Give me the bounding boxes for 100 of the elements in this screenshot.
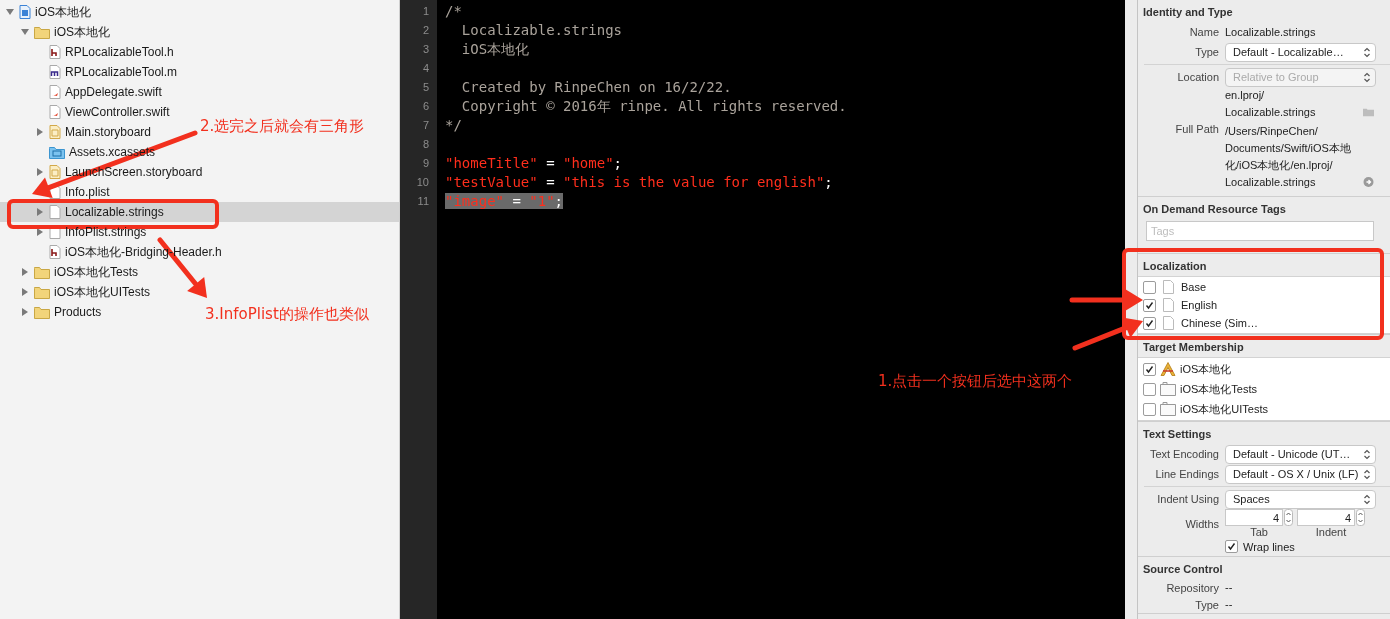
file-item[interactable]: iOS本地化Tests	[19, 262, 138, 282]
checkbox[interactable]	[1143, 382, 1156, 396]
file-item[interactable]: ViewController.swift	[34, 102, 170, 122]
swift-file-icon	[49, 105, 61, 119]
field-label: Name	[1188, 26, 1219, 38]
disclosure-triangle[interactable]	[6, 8, 14, 16]
reveal-arrow-icon[interactable]	[1363, 177, 1374, 187]
project-file-icon	[19, 5, 31, 19]
arrow	[1072, 317, 1143, 351]
folder-icon	[34, 305, 50, 319]
code-line: Localizable.strings	[460, 22, 622, 38]
file-name: InfoPlist.strings	[65, 225, 147, 239]
relative-path: en.lproj/ Localizable.strings	[1225, 88, 1316, 120]
file-name: Localizable.strings	[65, 205, 164, 219]
chevron-icon	[1363, 468, 1371, 480]
document-icon	[1163, 280, 1174, 294]
line-number: 6	[421, 99, 430, 114]
line-number: 9	[421, 156, 430, 171]
repository-value: --	[1225, 580, 1234, 595]
field-label: Type	[1194, 598, 1219, 611]
tags-field[interactable]: Tags	[1146, 221, 1374, 241]
chevron-icon	[1363, 46, 1371, 58]
file-name: iOS本地化UITests	[54, 283, 150, 301]
header-file-icon	[49, 245, 61, 259]
indent-width-field[interactable]: 4	[1297, 509, 1355, 526]
localization-label: Base	[1181, 281, 1207, 293]
file-item[interactable]: Products	[19, 302, 102, 322]
disclosure-triangle[interactable]	[36, 228, 44, 236]
chevron-icon	[1363, 493, 1371, 505]
disclosure-triangle[interactable]	[21, 288, 29, 296]
checkbox[interactable]	[1143, 316, 1156, 330]
bundle-icon	[1160, 382, 1176, 396]
disclosure-triangle[interactable]	[36, 128, 44, 136]
tab-width-field[interactable]: 4	[1225, 509, 1283, 526]
source-file-icon	[49, 65, 61, 79]
code-line: "testValue" = "this is the value for english";	[445, 174, 833, 190]
stepper[interactable]	[1284, 509, 1293, 526]
target-label: iOS本地化	[1180, 361, 1232, 377]
file-name: iOS本地化Tests	[54, 263, 138, 281]
indent-popup[interactable]: Spaces	[1225, 489, 1376, 509]
line-number: 3	[421, 42, 430, 57]
file-item[interactable]: Localizable.strings	[34, 202, 164, 222]
disclosure-triangle[interactable]	[21, 308, 29, 316]
header-file-icon	[49, 45, 61, 59]
line-endings-popup[interactable]: Default - OS X / Unix (LF)	[1225, 464, 1376, 484]
section-title: Source Control	[1142, 562, 1224, 577]
field-label: Widths	[1184, 517, 1219, 530]
bundle-icon	[1160, 402, 1176, 416]
disclosure-triangle[interactable]	[21, 268, 29, 276]
disclosure-triangle[interactable]	[36, 168, 44, 176]
field-label: Line Endings	[1154, 468, 1219, 480]
chevron-icon	[1363, 448, 1371, 460]
field-caption: Indent	[1315, 526, 1347, 538]
document-icon	[1163, 316, 1174, 330]
line-number: 11	[416, 194, 430, 209]
folder-icon	[34, 25, 50, 39]
field-caption: Tab	[1250, 526, 1268, 538]
field-label: Text Encoding	[1148, 448, 1219, 460]
checkbox[interactable]	[1143, 298, 1156, 312]
checkbox[interactable]	[1143, 280, 1156, 294]
file-item[interactable]: AppDelegate.swift	[34, 82, 162, 102]
section-title: Target Membership	[1142, 340, 1245, 355]
target-label: iOS本地化Tests	[1180, 381, 1257, 397]
type-popup[interactable]: Default - Localizable…	[1225, 42, 1376, 62]
file-name: ViewController.swift	[65, 105, 170, 119]
file-item[interactable]: RPLocalizableTool.h	[34, 42, 174, 62]
file-item[interactable]: InfoPlist.strings	[34, 222, 147, 242]
file-item[interactable]: iOS本地化	[19, 22, 110, 42]
code-line: iOS本地化	[460, 41, 530, 57]
field-label: Location	[1176, 71, 1219, 83]
asset-catalog-icon	[49, 145, 65, 159]
full-path: /Users/RinpeChen/ Documents/Swift/iOS本地 化/iOS本地化/en.lproj/ Localizable.strings	[1225, 124, 1351, 190]
disclosure-triangle[interactable]	[36, 208, 44, 216]
document-icon	[1163, 298, 1174, 312]
disclosure-triangle[interactable]	[21, 28, 29, 36]
file-item[interactable]: iOS本地化	[4, 2, 91, 22]
stepper[interactable]	[1356, 509, 1365, 526]
folder-icon	[34, 285, 50, 299]
checkbox[interactable]	[1225, 540, 1238, 553]
document-icon	[49, 205, 61, 219]
checkbox[interactable]	[1143, 362, 1156, 376]
swift-file-icon	[49, 85, 61, 99]
section-title: Localization	[1142, 259, 1208, 274]
encoding-popup[interactable]: Default - Unicode (UT…	[1225, 444, 1376, 464]
file-name: Products	[54, 305, 102, 319]
file-name: iOS本地化	[35, 3, 91, 21]
folder-icon	[34, 265, 50, 279]
storyboard-file-icon	[49, 125, 61, 139]
line-number: 5	[421, 80, 430, 95]
section-title: Identity and Type	[1142, 5, 1234, 20]
checkbox[interactable]	[1143, 402, 1156, 416]
field-label: Full Path	[1174, 123, 1219, 135]
file-name: AppDelegate.swift	[65, 85, 162, 99]
file-name: iOS本地化	[54, 23, 110, 41]
code-line: Copyright © 2016年 rinpe. All rights reserved.	[460, 98, 847, 114]
file-item[interactable]: RPLocalizableTool.m	[34, 62, 178, 82]
file-item[interactable]: iOS本地化UITests	[19, 282, 150, 302]
file-name: RPLocalizableTool.m	[65, 65, 178, 79]
code-line: Created by RinpeChen on 16/2/22.	[460, 79, 732, 95]
file-item[interactable]: Main.storyboard	[34, 122, 152, 142]
